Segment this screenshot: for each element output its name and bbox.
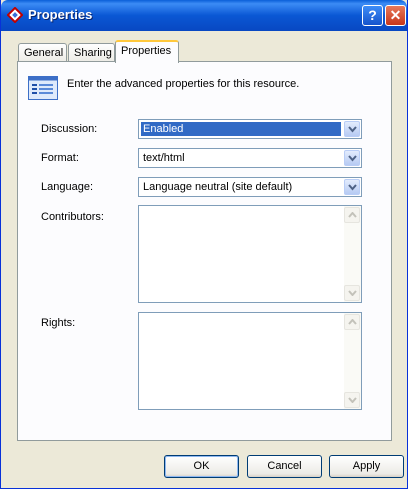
contributors-scrollbar[interactable] [344, 206, 361, 302]
format-value: text/html [143, 152, 185, 164]
language-dropdown-button[interactable] [344, 179, 360, 195]
chevron-down-icon [348, 126, 357, 133]
format-dropdown-button[interactable] [344, 150, 360, 166]
scroll-up-icon [348, 319, 357, 325]
properties-dialog: Properties ? ✕ General Sharing Propertie… [0, 0, 408, 489]
close-icon: ✕ [389, 7, 402, 23]
close-button[interactable]: ✕ [385, 5, 406, 26]
language-select[interactable]: Language neutral (site default) [138, 177, 362, 197]
tab-sharing[interactable]: Sharing [68, 43, 115, 62]
properties-tab-panel: Enter the advanced properties for this r… [17, 61, 392, 441]
chevron-down-icon [348, 184, 357, 191]
rights-scroll-down-button[interactable] [344, 392, 360, 408]
title-bar[interactable]: Properties ? ✕ [1, 0, 407, 31]
rights-scroll-up-button[interactable] [344, 314, 360, 330]
window-title: Properties [28, 7, 93, 22]
discussion-label: Discussion: [41, 123, 98, 135]
diamond-icon [6, 6, 24, 24]
panel-description: Enter the advanced properties for this r… [67, 78, 300, 90]
scroll-down-icon [348, 290, 357, 296]
tab-general[interactable]: General [18, 43, 67, 62]
help-button[interactable]: ? [362, 5, 383, 26]
chevron-down-icon [348, 155, 357, 162]
rights-textarea[interactable] [138, 312, 362, 410]
tab-properties[interactable]: Properties [115, 40, 179, 63]
contributors-scroll-down-button[interactable] [344, 285, 360, 301]
properties-form-icon [28, 76, 58, 100]
ok-button[interactable]: OK [164, 455, 239, 478]
discussion-dropdown-button[interactable] [344, 121, 360, 137]
help-icon: ? [368, 7, 377, 23]
format-select[interactable]: text/html [138, 148, 362, 168]
language-label: Language: [41, 181, 93, 193]
discussion-select[interactable]: Enabled [138, 119, 362, 139]
contributors-scroll-up-button[interactable] [344, 207, 360, 223]
language-value: Language neutral (site default) [143, 181, 293, 193]
rights-scrollbar[interactable] [344, 313, 361, 409]
scroll-down-icon [348, 397, 357, 403]
contributors-textarea[interactable] [138, 205, 362, 303]
apply-button[interactable]: Apply [329, 455, 404, 478]
discussion-value: Enabled [141, 122, 341, 136]
contributors-label: Contributors: [41, 211, 104, 223]
cancel-button[interactable]: Cancel [247, 455, 322, 478]
scroll-up-icon [348, 212, 357, 218]
rights-label: Rights: [41, 317, 76, 329]
format-label: Format: [41, 152, 79, 164]
